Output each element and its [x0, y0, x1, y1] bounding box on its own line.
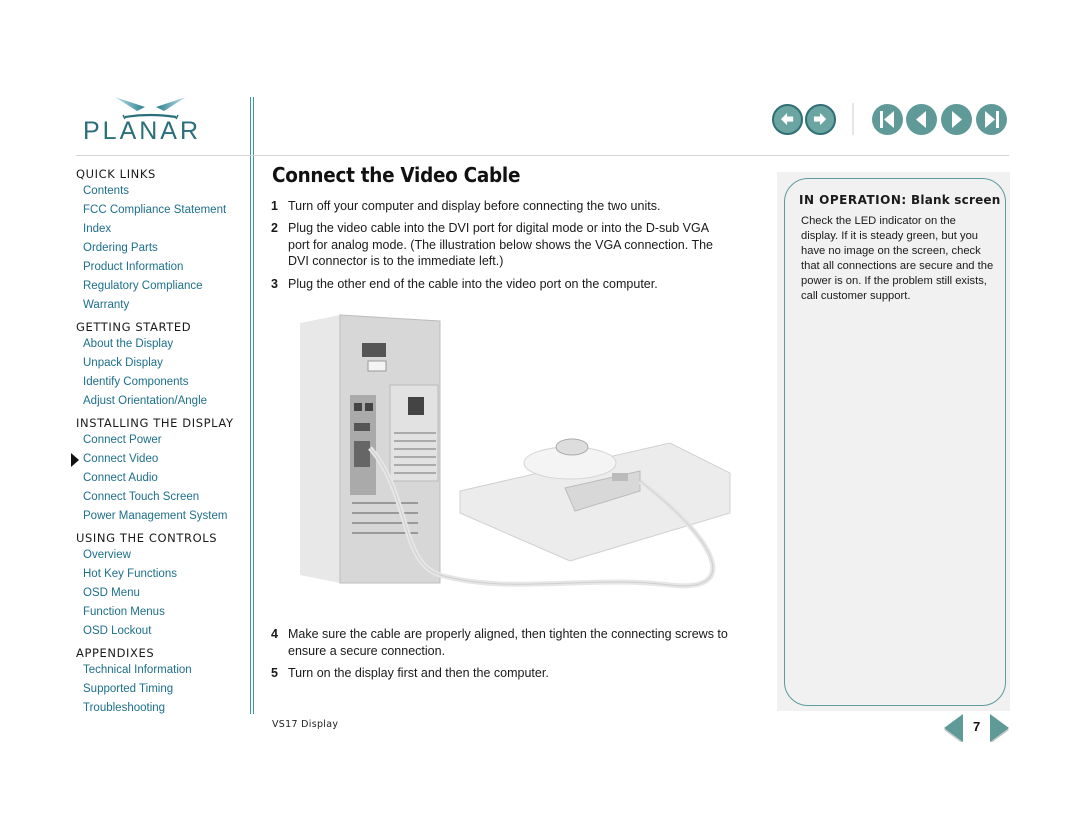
next-page-button[interactable]: [941, 104, 972, 135]
sidebar-link-function-menus[interactable]: Function Menus: [83, 603, 246, 622]
sidebar-link-contents[interactable]: Contents: [83, 182, 246, 201]
step-number: 1: [271, 199, 278, 213]
page-number: 7: [973, 719, 981, 734]
sidebar-link-about-display[interactable]: About the Display: [83, 335, 246, 354]
sidebar-link-overview[interactable]: Overview: [83, 546, 246, 565]
first-page-button[interactable]: [872, 104, 903, 135]
sidebar-link-ordering-parts[interactable]: Ordering Parts: [83, 239, 246, 258]
forward-button[interactable]: [805, 104, 836, 135]
step-item: 2 Plug the video cable into the DVI port…: [271, 220, 728, 270]
previous-page-arrow-icon[interactable]: [944, 714, 964, 742]
sidebar-section-title: INSTALLING THE DISPLAY: [76, 416, 234, 430]
sidebar-link-power-management[interactable]: Power Management System: [83, 507, 246, 526]
step-item: 5 Turn on the display first and then the…: [271, 665, 728, 682]
last-page-icon: [985, 111, 999, 128]
page-title: Connect the Video Cable: [272, 163, 521, 187]
step-number: 3: [271, 277, 278, 291]
step-text: Turn on the display first and then the c…: [288, 666, 549, 680]
step-number: 4: [271, 627, 278, 641]
step-item: 3 Plug the other end of the cable into t…: [271, 276, 728, 293]
sidebar-link-product-information[interactable]: Product Information: [83, 258, 246, 277]
tower-side-shape: [300, 315, 340, 583]
sidebar-link-connect-audio[interactable]: Connect Audio: [83, 469, 246, 488]
next-page-arrow-icon[interactable]: [989, 714, 1009, 742]
header-rule: [76, 155, 1009, 156]
next-page-icon: [952, 111, 962, 128]
sidebar-section-title: USING THE CONTROLS: [76, 531, 218, 545]
computer-display-illustration: [300, 314, 731, 589]
sidebar-link-connect-video[interactable]: Connect Video: [71, 450, 246, 469]
sidebar-link-supported-timing[interactable]: Supported Timing: [83, 680, 246, 699]
step-text: Turn off your computer and display befor…: [288, 199, 661, 213]
sidebar-link-fcc-compliance[interactable]: FCC Compliance Statement: [83, 201, 246, 220]
first-page-icon: [880, 111, 894, 128]
last-page-button[interactable]: [976, 104, 1007, 135]
sidebar-link-hot-key-functions[interactable]: Hot Key Functions: [83, 565, 246, 584]
sidebar-link-connect-touch-screen[interactable]: Connect Touch Screen: [83, 488, 246, 507]
sidebar-divider: [250, 97, 254, 714]
step-text: Plug the other end of the cable into the…: [288, 277, 658, 291]
sidebar-nav: QUICK LINKS Contents FCC Compliance Stat…: [71, 166, 246, 718]
sidebar-link-technical-information[interactable]: Technical Information: [83, 661, 246, 680]
sidebar-link-warranty[interactable]: Warranty: [83, 296, 246, 315]
step-number: 2: [271, 221, 278, 235]
document-name: VS17 Display: [272, 719, 339, 730]
callout-title: IN OPERATION: Blank screen: [799, 193, 1001, 207]
sidebar-section-title: APPENDIXES: [76, 646, 155, 660]
previous-page-icon: [916, 111, 926, 128]
step-item: 1 Turn off your computer and display bef…: [271, 198, 728, 215]
sidebar-link-regulatory-compliance[interactable]: Regulatory Compliance: [83, 277, 246, 296]
forward-arrow-icon: [813, 112, 827, 126]
back-button[interactable]: [772, 104, 803, 135]
sidebar-link-index[interactable]: Index: [83, 220, 246, 239]
toolbar-separator: [852, 103, 854, 135]
step-item: 4 Make sure the cable are properly align…: [271, 626, 728, 659]
sidebar-link-identify-components[interactable]: Identify Components: [83, 373, 246, 392]
sidebar-section-title: GETTING STARTED: [76, 320, 192, 334]
callout-body: Check the LED indicator on the display. …: [801, 215, 994, 302]
step-text: Plug the video cable into the DVI port f…: [288, 221, 714, 268]
previous-page-button[interactable]: [906, 104, 937, 135]
step-text: Make sure the cable are properly aligned…: [288, 627, 728, 658]
callout-title-lead: IN OPERATION:: [799, 193, 907, 207]
planar-logo: PLANAR: [83, 95, 218, 147]
tower-label: [362, 343, 386, 357]
sidebar-link-connect-power[interactable]: Connect Power: [83, 431, 246, 450]
sidebar-link-osd-menu[interactable]: OSD Menu: [83, 584, 246, 603]
callout-title-rest: Blank screen: [906, 193, 1001, 207]
sidebar-link-adjust-orientation[interactable]: Adjust Orientation/Angle: [83, 392, 246, 411]
step-number: 5: [271, 666, 278, 680]
sidebar-link-unpack-display[interactable]: Unpack Display: [83, 354, 246, 373]
sidebar-link-troubleshooting[interactable]: Troubleshooting: [83, 699, 246, 718]
back-arrow-icon: [780, 112, 794, 126]
sidebar-section-title: QUICK LINKS: [76, 167, 156, 181]
logo-wordmark: PLANAR: [83, 117, 202, 145]
sidebar-link-osd-lockout[interactable]: OSD Lockout: [83, 622, 246, 641]
